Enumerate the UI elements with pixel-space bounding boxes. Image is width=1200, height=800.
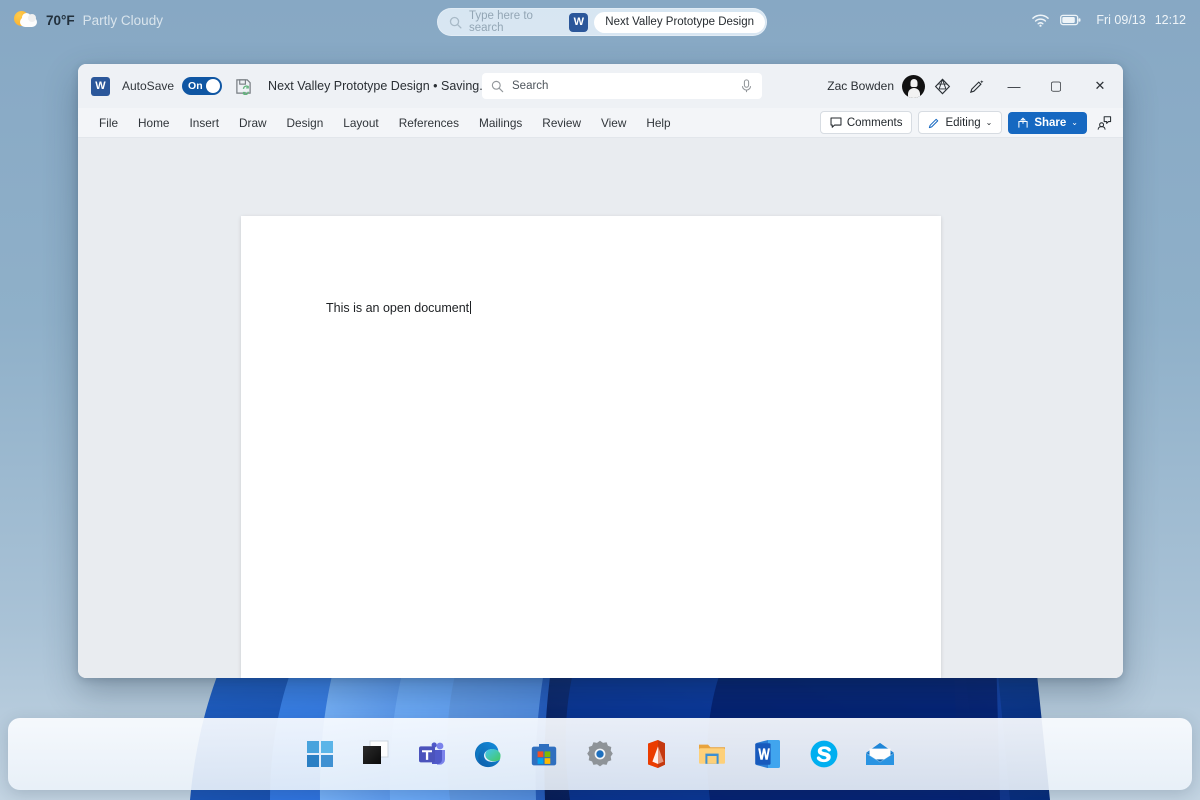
document-title[interactable]: Next Valley Prototype Design • Saving...… [268, 79, 503, 93]
system-tray[interactable]: Fri 09/13 12:12 [1032, 13, 1186, 27]
search-result-pill[interactable]: W Next Valley Prototype Design [569, 10, 765, 34]
pencil-icon [929, 118, 939, 128]
taskbar-item-start[interactable] [301, 735, 339, 773]
chevron-down-icon[interactable]: ⌄ [1071, 118, 1078, 127]
teams-icon [419, 742, 445, 765]
edge-icon [475, 742, 501, 768]
tab-help[interactable]: Help [637, 112, 679, 134]
tray-date: Fri 09/13 [1096, 13, 1146, 27]
document-body-text[interactable]: This is an open document [326, 301, 472, 315]
weather-widget[interactable]: 70°F Partly Cloudy [14, 10, 163, 30]
taskbar-item-microsoft-edge[interactable] [469, 735, 507, 773]
taskbar-item-microsoft-store[interactable] [525, 735, 563, 773]
premium-button[interactable] [925, 64, 959, 108]
autosave-label: AutoSave [122, 79, 175, 93]
minimize-button[interactable]: — [993, 64, 1035, 108]
document-canvas[interactable]: This is an open document [78, 138, 1123, 678]
word-icon [755, 740, 780, 768]
document-text-run: This is an open document [326, 301, 470, 315]
tray-time: 12:12 [1154, 13, 1186, 27]
partly-cloudy-icon [14, 10, 38, 30]
mail-icon [865, 743, 895, 765]
task-view-icon [363, 740, 389, 764]
autosave-toggle[interactable]: On [182, 77, 223, 95]
store-icon [531, 744, 557, 766]
taskbar-item-microsoft-teams[interactable] [413, 735, 451, 773]
tab-layout[interactable]: Layout [334, 112, 387, 134]
word-title-bar: W AutoSave On Next Valley Prototype Desi… [78, 64, 1123, 108]
save-sync-icon[interactable] [235, 78, 252, 95]
word-icon: W [91, 76, 110, 96]
office-icon [648, 740, 665, 768]
comment-icon [830, 117, 842, 128]
toggle-knob [206, 79, 221, 93]
taskbar-item-file-explorer[interactable] [693, 735, 731, 773]
account-name[interactable]: Zac Bowden [827, 79, 894, 93]
tab-file[interactable]: File [90, 112, 127, 134]
microphone-icon[interactable] [740, 79, 753, 93]
weather-condition: Partly Cloudy [82, 12, 163, 28]
weather-temperature: 70°F [46, 12, 75, 28]
word-search-input[interactable]: Search [512, 80, 740, 92]
tab-draw[interactable]: Draw [230, 112, 276, 134]
editing-button[interactable]: Editing ⌄ [918, 111, 1003, 134]
ribbon-display-button[interactable] [1093, 112, 1115, 134]
tab-home[interactable]: Home [129, 112, 178, 134]
search-icon [491, 80, 504, 92]
maximize-button[interactable]: ▢ [1035, 64, 1077, 108]
chevron-down-icon[interactable]: ⌄ [986, 118, 993, 127]
word-badge-letter: W [573, 15, 584, 28]
autosave-state: On [188, 80, 203, 92]
taskbar-item-office[interactable] [637, 735, 675, 773]
search-input[interactable]: Type here to search [469, 10, 569, 34]
avatar[interactable] [902, 74, 925, 98]
tab-design[interactable]: Design [278, 112, 333, 134]
editor-button[interactable] [959, 64, 993, 108]
search-result-label: Next Valley Prototype Design [594, 11, 765, 33]
taskbar-item-mail[interactable] [861, 735, 899, 773]
clock-widget[interactable]: Fri 09/13 12:12 [1096, 13, 1186, 27]
pen-sparkle-icon [969, 79, 983, 93]
tab-view[interactable]: View [592, 112, 635, 134]
tab-mailings[interactable]: Mailings [470, 112, 531, 134]
wifi-icon[interactable] [1032, 14, 1050, 27]
person-share-icon [1097, 115, 1112, 130]
taskbar-search-bar[interactable]: Type here to search W Next Valley Protot… [437, 8, 767, 36]
tab-review[interactable]: Review [533, 112, 590, 134]
desktop-top-bar: 70°F Partly Cloudy Type here to search W… [0, 0, 1200, 46]
document-page[interactable]: This is an open document [241, 216, 941, 678]
word-search-box[interactable]: Search [482, 73, 762, 99]
taskbar-item-settings[interactable] [581, 735, 619, 773]
window-controls-group: Zac Bowden — ▢ ✕ [827, 64, 1123, 108]
taskbar-item-skype[interactable] [805, 735, 843, 773]
taskbar-item-task-view[interactable] [357, 735, 395, 773]
tab-insert[interactable]: Insert [180, 112, 228, 134]
ribbon-tab-list: File Home Insert Draw Design Layout Refe… [90, 112, 680, 134]
share-label: Share [1034, 116, 1067, 129]
diamond-icon [934, 78, 950, 94]
word-ribbon-tabs: File Home Insert Draw Design Layout Refe… [78, 108, 1123, 138]
windows-start-icon [307, 741, 333, 767]
search-icon [449, 16, 462, 29]
close-button[interactable]: ✕ [1077, 64, 1123, 108]
editing-label: Editing [945, 116, 981, 129]
taskbar-item-microsoft-word[interactable] [749, 735, 787, 773]
settings-gear-icon [587, 740, 613, 767]
skype-icon [810, 740, 838, 768]
word-icon-letter: W [95, 79, 106, 92]
comments-label: Comments [846, 116, 903, 129]
comments-button[interactable]: Comments [819, 111, 913, 134]
taskbar[interactable] [8, 718, 1192, 790]
word-window[interactable]: W AutoSave On Next Valley Prototype Desi… [78, 64, 1123, 678]
tab-references[interactable]: References [390, 112, 468, 134]
word-app-badge-icon: W [569, 12, 589, 32]
folder-icon [699, 744, 725, 764]
share-icon [1018, 117, 1028, 128]
text-caret [470, 301, 472, 314]
battery-icon[interactable] [1060, 14, 1081, 26]
document-title-text: Next Valley Prototype Design • Saving... [268, 79, 490, 93]
share-button[interactable]: Share ⌄ [1008, 111, 1087, 134]
ribbon-actions: Comments Editing ⌄ Share ⌄ [819, 108, 1115, 137]
